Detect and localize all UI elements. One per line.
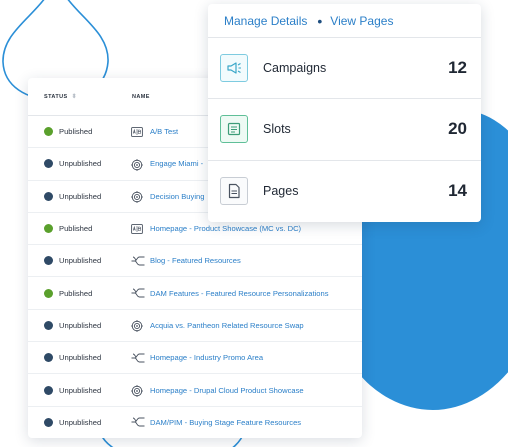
- slots-icon: [220, 115, 248, 144]
- status-dot-icon: [44, 127, 53, 137]
- status-cell: Unpublished: [28, 191, 116, 201]
- name-cell[interactable]: A/B Test: [116, 126, 178, 137]
- ab-test-icon: [131, 223, 143, 234]
- campaign-name-link[interactable]: Engage Miami -: [150, 159, 203, 168]
- status-label: Published: [59, 288, 93, 298]
- status-cell: Published: [28, 224, 116, 234]
- name-cell[interactable]: Homepage - Product Showcase (MC vs. DC): [116, 223, 301, 234]
- details-panel: Manage Details • View Pages Campaigns 12: [208, 4, 481, 222]
- status-label: Unpublished: [59, 320, 102, 330]
- campaign-name-link[interactable]: Acquia vs. Pantheon Related Resource Swa…: [150, 321, 304, 330]
- metric-slots-value: 20: [448, 119, 467, 139]
- status-dot-icon: [44, 224, 53, 234]
- target-icon: [131, 158, 143, 171]
- status-label: Unpublished: [59, 256, 102, 266]
- campaign-name-link[interactable]: DAM Features - Featured Resource Persona…: [150, 289, 329, 298]
- status-dot-icon: [44, 385, 53, 395]
- status-label: Published: [59, 127, 93, 137]
- table-row[interactable]: Unpublished Blog - Featured Resources: [28, 245, 362, 278]
- metric-pages[interactable]: Pages 14: [208, 161, 481, 222]
- sort-icon[interactable]: ⬍: [72, 93, 77, 100]
- table-row[interactable]: Unpublished Homepage - Industry Promo Are…: [28, 342, 362, 375]
- status-dot-icon: [44, 256, 53, 266]
- split-icon: [131, 256, 145, 266]
- column-header-status-label: STATUS: [44, 93, 68, 100]
- column-header-name-label: NAME: [132, 93, 150, 100]
- metric-slots-label: Slots: [263, 122, 291, 137]
- status-cell: Unpublished: [28, 385, 116, 395]
- metric-campaigns-label: Campaigns: [263, 61, 327, 76]
- stage: STATUS ⬍ NAME Published A/B Test Unpublish…: [0, 0, 508, 447]
- split-icon: [131, 353, 145, 363]
- metric-slots[interactable]: Slots 20: [208, 99, 481, 161]
- separator-dot-icon: •: [317, 12, 323, 29]
- name-cell[interactable]: Blog - Featured Resources: [116, 256, 241, 266]
- campaign-name-link[interactable]: Homepage - Product Showcase (MC vs. DC): [150, 224, 301, 233]
- status-cell: Unpublished: [28, 353, 116, 363]
- status-cell: Published: [28, 127, 116, 137]
- status-dot-icon: [44, 159, 53, 169]
- megaphone-icon: [220, 54, 248, 83]
- split-icon: [131, 288, 145, 298]
- status-cell: Unpublished: [28, 417, 116, 427]
- name-cell[interactable]: Homepage - Industry Promo Area: [116, 353, 263, 363]
- campaign-name-link[interactable]: A/B Test: [150, 127, 178, 136]
- metric-campaigns[interactable]: Campaigns 12: [208, 38, 481, 100]
- status-label: Unpublished: [59, 191, 102, 201]
- name-cell[interactable]: DAM/PIM - Buying Stage Feature Resources: [116, 417, 301, 427]
- status-cell: Unpublished: [28, 159, 116, 169]
- name-cell[interactable]: Acquia vs. Pantheon Related Resource Swa…: [116, 320, 304, 333]
- metric-pages-value: 14: [448, 181, 467, 201]
- details-header: Manage Details • View Pages: [208, 4, 481, 38]
- target-icon: [131, 385, 143, 398]
- page-icon: [220, 177, 248, 206]
- name-cell[interactable]: Engage Miami -: [116, 158, 203, 171]
- name-cell[interactable]: Decision Buying: [116, 191, 204, 204]
- target-icon: [131, 320, 143, 333]
- split-icon: [131, 417, 145, 427]
- metric-pages-label: Pages: [263, 184, 299, 199]
- status-label: Published: [59, 224, 93, 234]
- view-pages-link[interactable]: View Pages: [330, 14, 393, 28]
- status-label: Unpublished: [59, 417, 102, 427]
- status-dot-icon: [44, 417, 53, 427]
- column-header-name[interactable]: NAME: [116, 94, 150, 100]
- table-row[interactable]: Unpublished Acquia vs. Pantheon Related R…: [28, 310, 362, 343]
- name-cell[interactable]: Homepage - Drupal Cloud Product Showcase: [116, 385, 304, 398]
- status-cell: Unpublished: [28, 256, 116, 266]
- metric-campaigns-value: 12: [448, 58, 467, 78]
- campaign-name-link[interactable]: Homepage - Industry Promo Area: [150, 353, 263, 362]
- status-label: Unpublished: [59, 159, 102, 169]
- target-icon: [131, 191, 143, 204]
- status-label: Unpublished: [59, 353, 102, 363]
- campaign-name-link[interactable]: DAM/PIM - Buying Stage Feature Resources: [150, 418, 301, 427]
- column-header-status[interactable]: STATUS ⬍: [28, 93, 116, 101]
- table-row[interactable]: Published DAM Features - Featured Resourc…: [28, 277, 362, 310]
- status-label: Unpublished: [59, 385, 102, 395]
- status-dot-icon: [44, 320, 53, 330]
- status-cell: Unpublished: [28, 320, 116, 330]
- manage-details-link[interactable]: Manage Details: [224, 14, 307, 28]
- status-cell: Published: [28, 288, 116, 298]
- ab-test-icon: [131, 126, 143, 137]
- status-dot-icon: [44, 288, 53, 298]
- campaign-name-link[interactable]: Homepage - Drupal Cloud Product Showcase: [150, 386, 304, 395]
- campaign-name-link[interactable]: Decision Buying: [150, 192, 204, 201]
- status-dot-icon: [44, 353, 53, 363]
- table-row[interactable]: Unpublished DAM/PIM - Buying Stage Featur…: [28, 407, 362, 438]
- status-dot-icon: [44, 191, 53, 201]
- name-cell[interactable]: DAM Features - Featured Resource Persona…: [116, 288, 329, 298]
- table-row[interactable]: Unpublished Homepage - Drupal Cloud Produ…: [28, 374, 362, 407]
- campaign-name-link[interactable]: Blog - Featured Resources: [150, 256, 241, 265]
